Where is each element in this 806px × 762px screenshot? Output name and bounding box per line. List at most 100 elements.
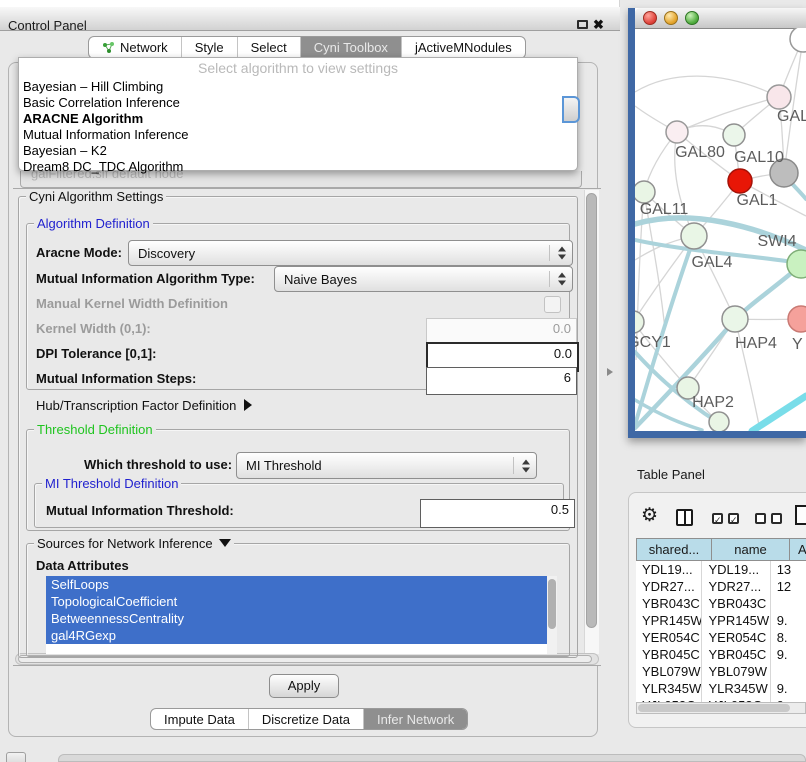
table-row[interactable]: YER054CYER054C8. <box>636 629 806 646</box>
window-zoom-button[interactable] <box>685 11 699 25</box>
node-GAL10[interactable] <box>723 124 745 146</box>
checked-checkbox-icon[interactable]: ✓ <box>712 513 723 524</box>
settings-vscrollbar-thumb[interactable] <box>586 193 597 628</box>
tab-label: jActiveMNodules <box>415 37 512 58</box>
node-label: GAL7 <box>777 108 806 125</box>
dropdown-item[interactable]: Basic Correlation Inference <box>23 95 180 111</box>
hub-section-label: Hub/Transcription Factor Definition <box>36 398 236 413</box>
close-icon[interactable]: ✖ <box>593 17 604 33</box>
node-label: Y <box>792 336 803 353</box>
checked-checkbox-icon[interactable]: ✓ <box>728 513 739 524</box>
float-window-icon[interactable] <box>577 20 588 29</box>
aracne-mode-value: Discovery <box>138 246 195 261</box>
manual-kernel-checkbox[interactable] <box>544 296 561 313</box>
cell: YBL079W <box>702 663 770 680</box>
table-body: YDL19...YDL19...13 YDR27...YDR27...12 YB… <box>636 561 806 703</box>
table-row[interactable]: YDR27...YDR27...12 <box>636 578 806 595</box>
attribute-item[interactable]: BetweennessCentrality <box>46 610 547 627</box>
dropdown-item[interactable]: Dream8 DC_TDC Algorithm <box>23 159 183 175</box>
node-GAL80[interactable] <box>666 121 688 143</box>
kernel-width-field[interactable]: 0.0 <box>426 318 577 345</box>
cell: YBR045C <box>702 646 770 663</box>
table-row[interactable]: YDL19...YDL19...13 <box>636 561 806 578</box>
which-threshold-combo[interactable]: MI Threshold <box>236 452 537 479</box>
attribute-item[interactable]: gal4RGexp <box>46 627 547 644</box>
apply-button[interactable]: Apply <box>269 674 339 698</box>
cell: YBR045C <box>636 646 702 663</box>
threshold-definition-title: Threshold Definition <box>34 422 156 437</box>
network-edge-cyan <box>752 396 806 431</box>
node-HAP4[interactable] <box>722 306 748 332</box>
tab-label: Discretize Data <box>262 709 350 730</box>
cell: YPR145W <box>636 612 702 629</box>
node-GCY1[interactable] <box>635 311 644 333</box>
mi-threshold-definition-title: MI Threshold Definition <box>42 476 181 491</box>
column-header-partial[interactable]: A <box>790 538 806 561</box>
tab-impute-data[interactable]: Impute Data <box>151 709 248 729</box>
hub-section-header[interactable]: Hub/Transcription Factor Definition <box>36 398 252 413</box>
node-GAL11[interactable] <box>635 181 655 203</box>
gear-icon[interactable]: ⚙ <box>641 506 658 525</box>
cell: YBR043C <box>702 595 770 612</box>
network-canvas[interactable]: GAL7 GAL80 GAL10 GAL1 GAL11 SWI4 GAL4 GC… <box>635 28 806 431</box>
network-window-titlebar[interactable] <box>635 8 806 29</box>
node-unlabeled[interactable] <box>790 28 806 52</box>
column-header-name[interactable]: name <box>712 538 790 561</box>
node-label: SWI4 <box>757 233 796 250</box>
node-unlabeled[interactable] <box>709 412 729 431</box>
mi-type-value: Naive Bayes <box>284 272 357 287</box>
sources-header[interactable]: Sources for Network Inference <box>34 536 234 551</box>
mi-threshold-field[interactable]: 0.5 <box>420 499 575 528</box>
window-close-button[interactable] <box>643 11 657 25</box>
node-GAL1[interactable] <box>728 169 752 193</box>
dropdown-item[interactable]: Bayesian – K2 <box>23 143 107 159</box>
node-salmon[interactable] <box>788 306 806 332</box>
table-hscrollbar-thumb[interactable] <box>638 704 790 712</box>
tab-jactivemnodules[interactable]: jActiveMNodules <box>401 37 525 58</box>
node-label: GAL11 <box>640 201 689 218</box>
mi-steps-label: Mutual Information Steps: <box>36 371 196 386</box>
tab-label: Cyni Toolbox <box>314 37 388 58</box>
table-row[interactable]: YBR045CYBR045C9. <box>636 646 806 663</box>
column-header-shared[interactable]: shared... <box>636 538 712 561</box>
window-minimize-button[interactable] <box>664 11 678 25</box>
unchecked-checkbox-icon[interactable] <box>755 513 766 524</box>
cell: 9. <box>771 612 806 629</box>
file-icon[interactable] <box>795 505 806 525</box>
attributes-scrollbar-thumb[interactable] <box>548 579 556 629</box>
data-attributes-list[interactable]: SelfLoops TopologicalCoefficient Between… <box>46 576 547 654</box>
mi-type-combo[interactable]: Naive Bayes <box>274 266 573 292</box>
tab-style[interactable]: Style <box>181 37 237 58</box>
dropdown-item[interactable]: Mutual Information Inference <box>23 127 188 143</box>
cell: YER054C <box>636 629 702 646</box>
data-attributes-label: Data Attributes <box>36 558 129 573</box>
dropdown-item-selected[interactable]: ARACNE Algorithm <box>23 111 143 127</box>
node-GAL4[interactable] <box>681 223 707 249</box>
bottom-panel-edge <box>58 754 806 762</box>
attribute-item[interactable]: SelfLoops <box>46 576 547 593</box>
unchecked-checkbox-icon[interactable] <box>771 513 782 524</box>
table-row[interactable]: YBR043CYBR043C <box>636 595 806 612</box>
node-GAL7[interactable] <box>767 85 791 109</box>
columns-icon[interactable] <box>676 509 693 526</box>
dropdown-item[interactable]: Bayesian – Hill Climbing <box>23 79 163 95</box>
cell: YLR345W <box>702 680 770 697</box>
mi-steps-field[interactable]: 6 <box>426 367 577 395</box>
tab-select[interactable]: Select <box>237 37 300 58</box>
attribute-item[interactable]: TopologicalCoefficient <box>46 593 547 610</box>
combo-spinner-icon <box>522 459 530 472</box>
algorithm-combo-fragment[interactable] <box>562 96 580 123</box>
collapsed-panel-button[interactable] <box>6 752 26 762</box>
node-label: HAP2 <box>692 394 734 411</box>
splitpane-toggle-icon[interactable] <box>607 368 613 376</box>
cell: 13 <box>771 561 806 578</box>
table-row[interactable]: YPR145WYPR145W9. <box>636 612 806 629</box>
manual-kernel-label: Manual Kernel Width Definition <box>36 296 228 311</box>
tab-cyni-toolbox[interactable]: Cyni Toolbox <box>300 37 401 58</box>
tab-infer-network[interactable]: Infer Network <box>363 709 467 729</box>
table-row[interactable]: YBL079WYBL079W <box>636 663 806 680</box>
table-row[interactable]: YLR345WYLR345W9. <box>636 680 806 697</box>
aracne-mode-combo[interactable]: Discovery <box>128 240 573 266</box>
tab-discretize-data[interactable]: Discretize Data <box>248 709 363 729</box>
tab-network[interactable]: Network <box>89 37 181 58</box>
